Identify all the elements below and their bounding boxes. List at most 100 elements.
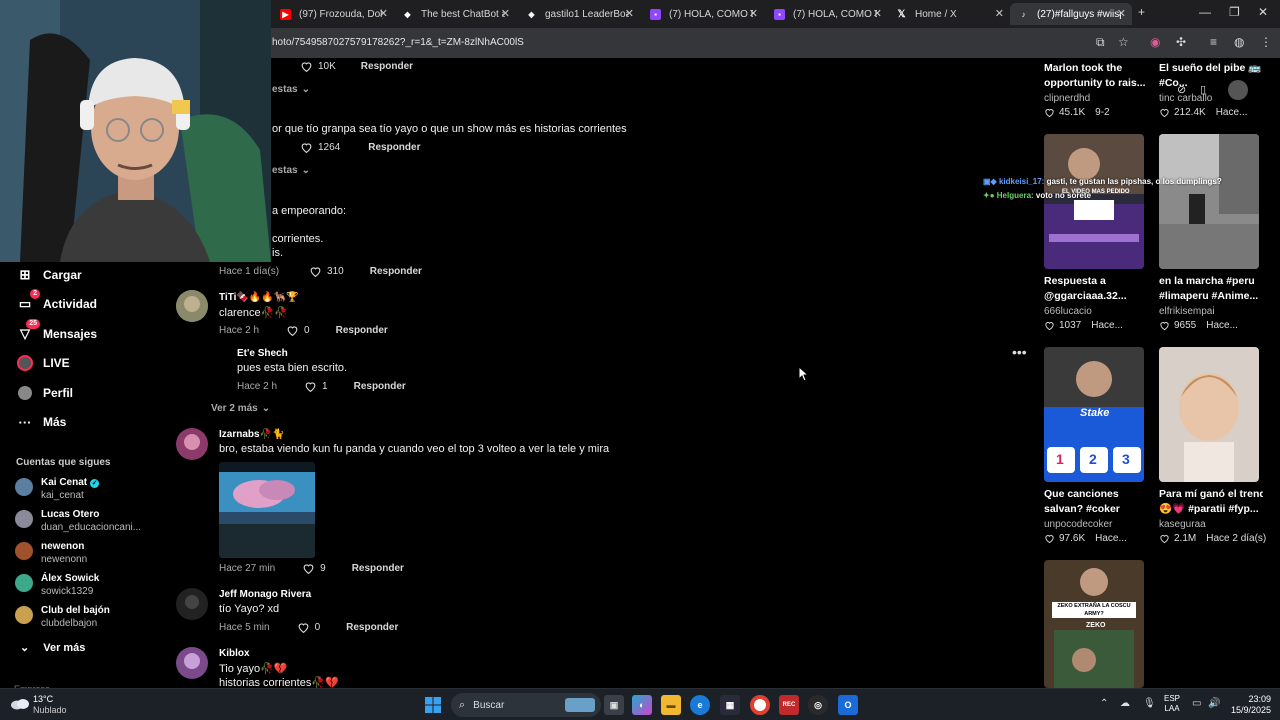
install-icon[interactable]: ⧉ bbox=[1096, 35, 1105, 50]
reply-username[interactable]: Et'e Shech bbox=[237, 348, 288, 359]
video-title[interactable]: @ggarciaaa.32... bbox=[1044, 289, 1148, 304]
video-author[interactable]: 666lucacio bbox=[1044, 306, 1092, 317]
edge-icon[interactable]: e bbox=[690, 695, 710, 715]
close-icon[interactable]: ✕ bbox=[995, 7, 1004, 20]
video-title[interactable]: en la marcha #peru bbox=[1159, 274, 1263, 289]
view-more-replies-button[interactable]: Ver 2 más ⌄ bbox=[211, 403, 270, 414]
like-button[interactable]: 1264 bbox=[300, 141, 340, 154]
video-title[interactable]: #limaperu #Anime... bbox=[1159, 289, 1263, 304]
video-thumbnail[interactable]: ZEKO EXTRAÑA LA COSCU ARMY? ZEKO bbox=[1044, 560, 1144, 688]
browser-tab[interactable]: ▶ (97) Frozouda, Doly F ✕ bbox=[272, 3, 394, 25]
video-author[interactable]: kaseguraa bbox=[1159, 519, 1206, 530]
comment-username[interactable]: Kiblox bbox=[219, 648, 250, 659]
video-thumbnail[interactable]: Stake 1 2 3 bbox=[1044, 347, 1144, 482]
reply-button[interactable]: Responder bbox=[361, 61, 413, 72]
comment-image[interactable] bbox=[219, 462, 315, 558]
file-explorer-icon[interactable]: ▬ bbox=[661, 695, 681, 715]
taskbar-search[interactable]: ⌕ Buscar bbox=[451, 693, 601, 717]
windows-start-icon[interactable] bbox=[425, 697, 441, 713]
task-view-icon[interactable]: ▣ bbox=[604, 695, 624, 715]
video-title[interactable]: Que canciones bbox=[1044, 487, 1148, 502]
bookmark-star-icon[interactable]: ☆ bbox=[1118, 35, 1129, 49]
nav-more[interactable]: ··· Más bbox=[16, 413, 67, 431]
video-author[interactable]: clipnerdhd bbox=[1044, 93, 1090, 104]
profile-avatar-icon[interactable]: ◍ bbox=[1234, 35, 1244, 49]
video-title[interactable]: salvan? #coker bbox=[1044, 502, 1148, 517]
video-title[interactable]: Para mí ganó el trend bbox=[1159, 487, 1263, 502]
video-title[interactable]: 😍💗 #paratii #fyp... bbox=[1159, 502, 1263, 517]
following-account[interactable]: Club del bajón clubdelbajon bbox=[15, 604, 110, 630]
like-button[interactable]: 0 bbox=[286, 324, 310, 337]
video-title[interactable]: El sueño del pibe 🚌 bbox=[1159, 61, 1263, 76]
dock-icon[interactable]: ⊘ bbox=[1177, 83, 1186, 96]
view-replies-button[interactable]: estas ⌄ bbox=[272, 84, 310, 95]
language-indicator[interactable]: ESP LAA bbox=[1164, 694, 1180, 714]
reply-button[interactable]: Responder bbox=[346, 622, 398, 633]
user-avatar[interactable] bbox=[1228, 80, 1248, 100]
like-button[interactable]: 1 bbox=[304, 380, 328, 393]
close-icon[interactable]: ✕ bbox=[749, 7, 758, 20]
following-account[interactable]: Álex Sowick sowick1329 bbox=[15, 572, 99, 598]
system-clock[interactable]: 23:09 15/9/2025 bbox=[1221, 694, 1271, 716]
video-author[interactable]: unpocodecoker bbox=[1044, 519, 1112, 530]
volume-icon[interactable]: 🔊 bbox=[1208, 698, 1220, 709]
weather-description[interactable]: Nublado bbox=[33, 705, 67, 715]
following-account[interactable]: newenon newenonn bbox=[15, 540, 87, 566]
extension-icon[interactable]: ◉ bbox=[1150, 35, 1160, 49]
video-title[interactable]: Respuesta a bbox=[1044, 274, 1148, 289]
video-thumbnail[interactable] bbox=[1159, 347, 1259, 482]
reply-button[interactable]: Responder bbox=[370, 266, 422, 277]
puzzle-icon[interactable]: ✣ bbox=[1176, 35, 1186, 49]
reply-button[interactable]: Responder bbox=[368, 142, 420, 153]
comment-avatar[interactable] bbox=[176, 588, 208, 620]
video-thumbnail[interactable] bbox=[1159, 134, 1259, 269]
close-icon[interactable]: ✕ bbox=[379, 7, 388, 20]
reply-button[interactable]: Responder bbox=[354, 381, 406, 392]
new-tab-icon[interactable]: + bbox=[1138, 5, 1145, 19]
following-account[interactable]: Lucas Otero duan_educacioncani... bbox=[15, 508, 141, 534]
minimize-icon[interactable]: — bbox=[1199, 5, 1211, 19]
comment-avatar[interactable] bbox=[176, 290, 208, 322]
url-field[interactable]: hoto/7549587027579178262?_r=1&_t=ZM-8zlN… bbox=[272, 37, 524, 48]
weather-temperature[interactable]: 13°C bbox=[33, 694, 53, 704]
browser-tab-active[interactable]: ♪ (27)#fallguys #wiispo ✕ bbox=[1010, 3, 1132, 25]
close-window-icon[interactable]: ✕ bbox=[1258, 5, 1268, 19]
reply-button[interactable]: Responder bbox=[352, 563, 404, 574]
close-icon[interactable]: ✕ bbox=[1117, 7, 1126, 20]
view-replies-button[interactable]: estas ⌄ bbox=[272, 165, 310, 176]
phone-icon[interactable]: ▯ bbox=[1200, 83, 1206, 96]
like-button[interactable]: 310 bbox=[309, 265, 344, 278]
browser-tab[interactable]: ▪ (7) HOLA, CÓMO EST ✕ bbox=[766, 3, 888, 25]
close-icon[interactable]: ✕ bbox=[873, 7, 882, 20]
media-icon[interactable]: ≡ bbox=[1210, 35, 1217, 49]
onedrive-icon[interactable]: ☁ bbox=[1120, 698, 1130, 709]
browser-tab[interactable]: ▪ (7) HOLA, CÓMO EST ✕ bbox=[642, 3, 764, 25]
browser-tab[interactable]: ◆ The best ChatBot and ✕ bbox=[394, 3, 516, 25]
store-icon[interactable]: ▦ bbox=[720, 695, 740, 715]
comment-username[interactable]: TiTi🍫🔥🔥🐕‍🦺🏆 bbox=[219, 292, 299, 303]
see-more-button[interactable]: ⌄ Ver más bbox=[20, 641, 85, 655]
browser-tab[interactable]: ◈ gastilo1 LeaderBoard ✕ bbox=[518, 3, 640, 25]
nav-live[interactable]: LIVE bbox=[16, 354, 70, 372]
chevron-up-icon[interactable]: ⌃ bbox=[1100, 698, 1108, 709]
outlook-icon[interactable]: O bbox=[838, 695, 858, 715]
following-account[interactable]: Kai Cenat ✓ kai_cenat bbox=[15, 476, 100, 502]
browser-tab[interactable]: 𝕏 Home / X ✕ bbox=[888, 3, 1010, 25]
reply-button[interactable]: Responder bbox=[336, 325, 388, 336]
chrome-icon[interactable] bbox=[750, 695, 770, 715]
nav-profile[interactable]: Perfil bbox=[16, 384, 73, 402]
nav-messages[interactable]: ▽ 25 Mensajes bbox=[16, 319, 97, 343]
copilot-icon[interactable]: ◐ bbox=[632, 695, 652, 715]
video-thumbnail[interactable]: EL VIDEO MAS PEDIDO bbox=[1044, 134, 1144, 269]
streaming-app-icon[interactable]: REC bbox=[779, 695, 799, 715]
comment-username[interactable]: Izarnabs🥀🐈 bbox=[219, 429, 284, 440]
comment-username[interactable]: Jeff Monago Rivera bbox=[219, 589, 311, 600]
obs-icon[interactable]: ◎ bbox=[808, 695, 828, 715]
menu-dots-icon[interactable]: ⋮ bbox=[1260, 35, 1272, 49]
nav-upload[interactable]: ⊞ Cargar bbox=[16, 266, 82, 284]
close-icon[interactable]: ✕ bbox=[501, 7, 510, 20]
video-title[interactable]: opportunity to rais... bbox=[1044, 76, 1148, 91]
microphone-icon[interactable]: 🎙 bbox=[1143, 698, 1156, 709]
video-title[interactable]: Marlon took the bbox=[1044, 61, 1148, 76]
nav-activity[interactable]: ▭ 2 Actividad bbox=[16, 289, 97, 313]
